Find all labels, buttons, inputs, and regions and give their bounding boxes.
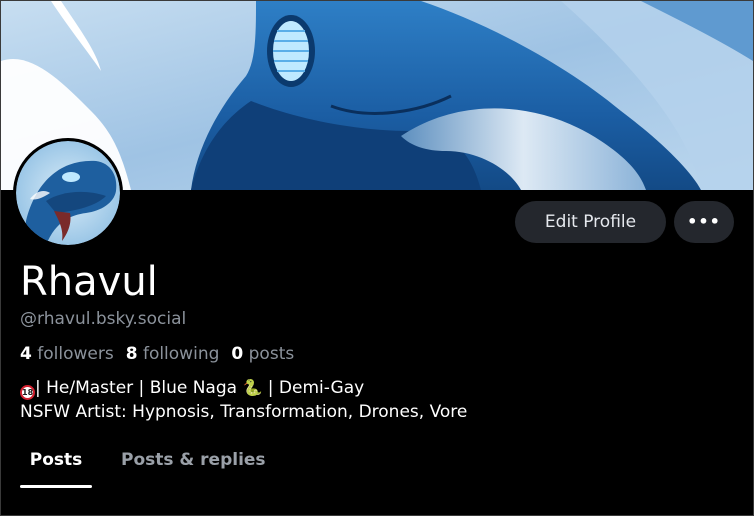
18-plus-badge-icon: 18 bbox=[20, 385, 35, 400]
posts-stat: 0 posts bbox=[231, 344, 294, 364]
bio-line-1-text: | He/Master | Blue Naga bbox=[35, 378, 243, 398]
ellipsis-icon: ••• bbox=[687, 212, 721, 231]
posts-label: posts bbox=[248, 344, 295, 364]
following-label: following bbox=[142, 344, 220, 364]
active-tab-indicator bbox=[20, 485, 92, 488]
avatar[interactable] bbox=[16, 141, 120, 245]
posts-count: 0 bbox=[231, 344, 244, 364]
bio-line-1: 18 | He/Master | Blue Naga 🐍 | Demi-Gay bbox=[20, 376, 467, 400]
profile-bio: 18 | He/Master | Blue Naga 🐍 | Demi-Gay N… bbox=[20, 376, 467, 424]
following-link[interactable]: 8 following bbox=[126, 344, 220, 364]
followers-link[interactable]: 4 followers bbox=[20, 344, 114, 364]
banner-art bbox=[1, 1, 753, 190]
tab-posts-and-replies[interactable]: Posts & replies bbox=[121, 441, 266, 489]
handle[interactable]: @rhavul.bsky.social bbox=[20, 309, 186, 329]
bio-line-1-suffix: | Demi-Gay bbox=[262, 378, 365, 398]
avatar-art bbox=[16, 141, 120, 245]
tab-posts[interactable]: Posts bbox=[20, 441, 92, 489]
profile-window: Edit Profile ••• Rhavul @rhavul.bsky.soc… bbox=[0, 0, 754, 516]
bio-line-2: NSFW Artist: Hypnosis, Transformation, D… bbox=[20, 402, 468, 422]
display-name: Rhavul bbox=[20, 259, 158, 305]
profile-banner[interactable] bbox=[1, 1, 753, 190]
followers-count: 4 bbox=[20, 344, 32, 364]
followers-label: followers bbox=[37, 344, 114, 364]
edit-profile-button[interactable]: Edit Profile bbox=[515, 201, 666, 243]
profile-stats: 4 followers 8 following 0 posts bbox=[20, 344, 294, 364]
more-options-button[interactable]: ••• bbox=[674, 201, 734, 243]
snake-emoji-icon: 🐍 bbox=[242, 378, 263, 397]
following-count: 8 bbox=[125, 344, 138, 364]
